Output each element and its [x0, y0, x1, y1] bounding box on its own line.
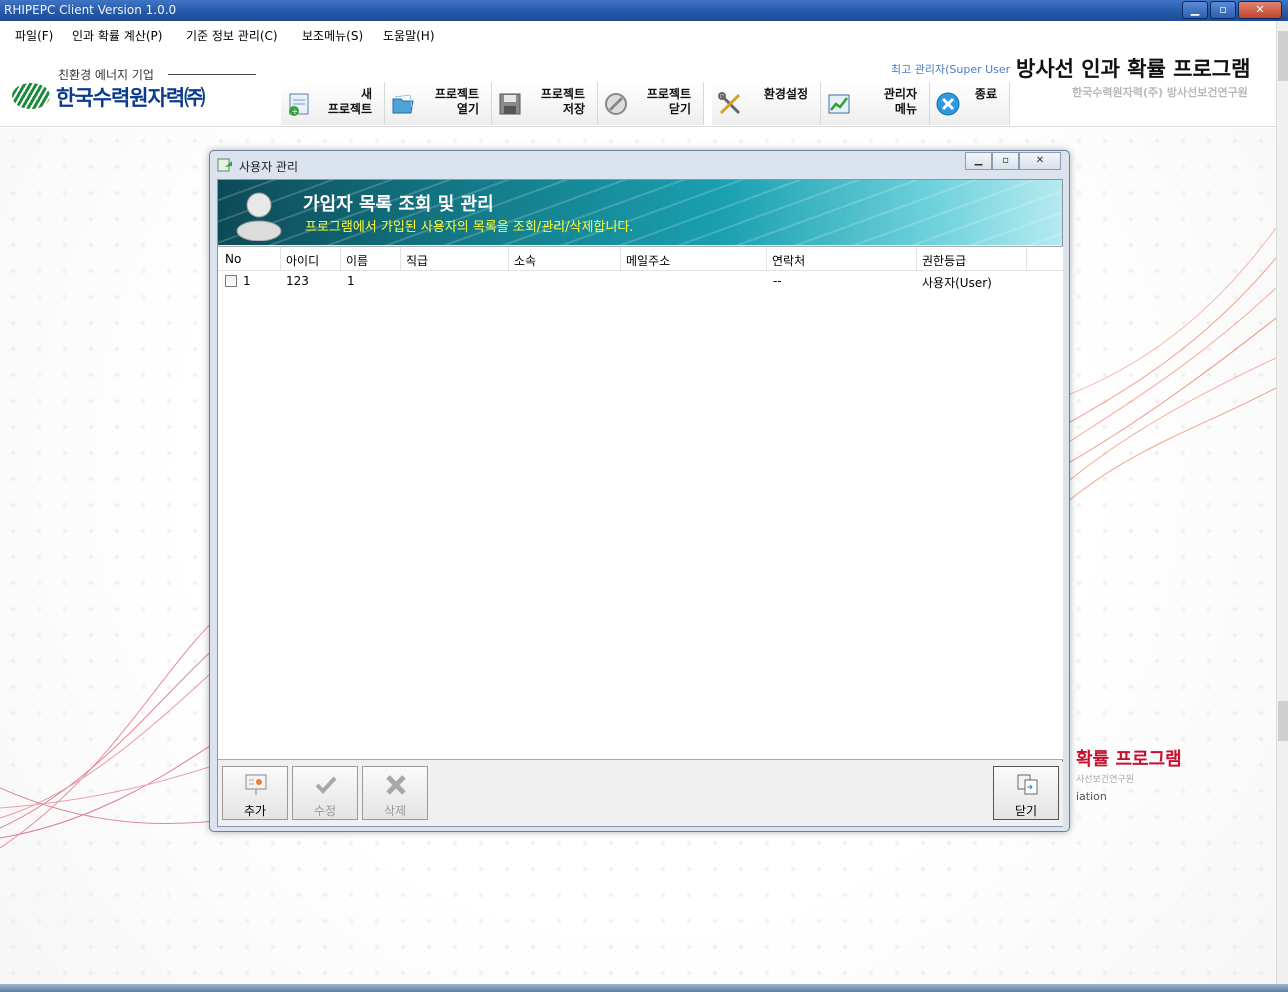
column-separator	[280, 247, 281, 271]
os-taskbar	[0, 984, 1288, 992]
window-title: RHIPEPC Client Version 1.0.0	[4, 3, 177, 17]
column-separator	[340, 247, 341, 271]
checkmark-icon	[315, 776, 337, 794]
dialog-titlebar: 사용자 관리 ▁ ▫ ✕	[210, 151, 1069, 179]
save-project-label: 프로젝트 저장	[540, 87, 585, 116]
menu-calc[interactable]: 인과 확률 계산(P)	[72, 27, 162, 44]
delete-button[interactable]: 삭제	[362, 766, 428, 820]
save-project-button[interactable]: 프로젝트 저장	[492, 82, 598, 125]
exit-icon	[936, 92, 960, 116]
open-folder-icon	[392, 94, 414, 114]
exit-label: 종료	[974, 87, 997, 101]
dialog-app-icon	[217, 158, 232, 172]
close-label: 닫기	[1014, 804, 1038, 818]
cell-role: 사용자(User)	[922, 276, 992, 290]
banner-title: 가입자 목록 조회 및 관리	[303, 194, 494, 215]
app-title: 방사선 인과 확률 프로그램	[1016, 57, 1251, 81]
tools-icon	[718, 92, 741, 115]
dialog-banner: 가입자 목록 조회 및 관리 프로그램에서 가입된 사용자의 목록을 조회/관리…	[218, 180, 1062, 245]
column-separator	[1026, 247, 1027, 271]
column-separator	[766, 247, 767, 271]
add-label: 추가	[243, 804, 267, 818]
scroll-thumb-mid[interactable]	[1278, 701, 1288, 741]
background-subtitle: 사선보건연구원	[1076, 775, 1134, 785]
column-no[interactable]: No	[225, 252, 241, 266]
column-separator	[916, 247, 917, 271]
dialog-minimize-button[interactable]: ▁	[965, 152, 992, 170]
admin-menu-button[interactable]: 관리자 메뉴	[821, 82, 930, 125]
user-role-label: 최고 관리자(Super User	[891, 63, 1011, 76]
column-separator	[620, 247, 621, 271]
dialog-title: 사용자 관리	[239, 160, 299, 174]
row-checkbox[interactable]	[225, 275, 237, 287]
logo-divider	[168, 74, 256, 75]
khnp-logo-icon	[12, 83, 50, 109]
column-separator	[400, 247, 401, 271]
column-id[interactable]: 아이디	[286, 252, 319, 269]
cell-name: 1	[347, 274, 355, 288]
close-window-button[interactable]: ✕	[1238, 1, 1282, 19]
chart-icon	[828, 94, 850, 114]
open-project-button[interactable]: 프로젝트 열기	[385, 82, 492, 125]
cell-no: 1	[243, 274, 251, 288]
menubar: 파일(F) 인과 확률 계산(P) 기준 정보 관리(C) 보조메뉴(S) 도움…	[0, 21, 1276, 47]
admin-menu-label: 관리자 메뉴	[883, 87, 917, 116]
window-titlebar: RHIPEPC Client Version 1.0.0 ▁ ▫ ✕	[0, 0, 1288, 21]
close-dialog-icon	[1017, 774, 1038, 795]
close-project-label: 프로젝트 닫기	[646, 87, 691, 116]
exit-button[interactable]: 종료	[930, 82, 1010, 125]
add-button[interactable]: 추가	[222, 766, 288, 820]
cell-id: 123	[286, 274, 309, 288]
edit-button[interactable]: 수정	[292, 766, 358, 820]
dialog-button-bar: 추가 수정 삭제 닫기	[218, 762, 1063, 826]
column-rank[interactable]: 직급	[406, 252, 428, 269]
background-title: 확률 프로그램	[1076, 749, 1182, 770]
banner-subtitle: 프로그램에서 가입된 사용자의 목록을 조회/관리/삭제합니다.	[305, 220, 634, 235]
close-circle-icon	[605, 93, 627, 115]
close-project-button[interactable]: 프로젝트 닫기	[598, 82, 704, 125]
delete-x-icon	[386, 775, 406, 795]
edit-label: 수정	[313, 804, 337, 818]
logo-text: 한국수력원자력㈜	[56, 86, 205, 110]
background-subtitle-2: iation	[1076, 790, 1107, 803]
column-name[interactable]: 이름	[346, 252, 368, 269]
menu-help[interactable]: 도움말(H)	[383, 27, 435, 44]
column-email[interactable]: 메일주소	[626, 252, 670, 269]
dialog-close-x-button[interactable]: ✕	[1019, 152, 1061, 170]
settings-button[interactable]: 환경설정	[712, 82, 821, 125]
app-subtitle: 한국수력원자력(주) 방사선보건연구원	[1072, 86, 1248, 99]
user-list[interactable]: No 아이디 이름 직급 소속 메일주소 연락처 권한등급 1 123 1 --…	[218, 246, 1063, 760]
list-header: No 아이디 이름 직급 소속 메일주소 연락처 권한등급	[218, 247, 1063, 271]
new-project-icon: +	[289, 93, 309, 116]
dialog-close-button[interactable]: 닫기	[993, 766, 1059, 820]
minimize-button[interactable]: ▁	[1182, 1, 1208, 19]
cell-phone: --	[773, 274, 782, 288]
user-avatar-icon	[236, 192, 282, 241]
dialog-client: 가입자 목록 조회 및 관리 프로그램에서 가입된 사용자의 목록을 조회/관리…	[217, 179, 1063, 827]
dialog-maximize-button[interactable]: ▫	[992, 152, 1019, 170]
open-project-label: 프로젝트 열기	[434, 87, 479, 116]
menu-reference[interactable]: 기준 정보 관리(C)	[186, 27, 278, 44]
maximize-button[interactable]: ▫	[1210, 1, 1236, 19]
table-row[interactable]: 1 123 1 -- 사용자(User)	[218, 272, 1063, 290]
settings-label: 환경설정	[763, 87, 808, 101]
save-disk-icon	[499, 93, 521, 115]
svg-text:+: +	[292, 107, 299, 116]
menu-aux[interactable]: 보조메뉴(S)	[302, 27, 363, 44]
add-user-icon	[245, 774, 267, 795]
delete-label: 삭제	[383, 804, 407, 818]
column-separator	[508, 247, 509, 271]
menu-file[interactable]: 파일(F)	[15, 27, 53, 44]
main-scrollbar[interactable]	[1276, 21, 1288, 992]
new-project-button[interactable]: + 새 프로젝트	[281, 82, 385, 125]
app-header: 친환경 에너지 기업 한국수력원자력㈜ + 새 프로젝트 프로젝트 열기 프로젝…	[0, 47, 1276, 127]
column-role[interactable]: 권한등급	[922, 252, 966, 269]
new-project-label: 새 프로젝트	[327, 87, 372, 116]
user-management-dialog: 사용자 관리 ▁ ▫ ✕ 가입자 목록 조회 및 관리 프로그램에서 가입된 사…	[209, 150, 1070, 832]
main-toolbar: + 새 프로젝트 프로젝트 열기 프로젝트 저장 프로젝트 닫기 환경설정 관리…	[281, 82, 1010, 125]
scroll-thumb-top[interactable]	[1278, 31, 1288, 81]
column-dept[interactable]: 소속	[514, 252, 536, 269]
column-phone[interactable]: 연락처	[772, 252, 805, 269]
logo-subtitle: 친환경 에너지 기업	[58, 68, 154, 82]
